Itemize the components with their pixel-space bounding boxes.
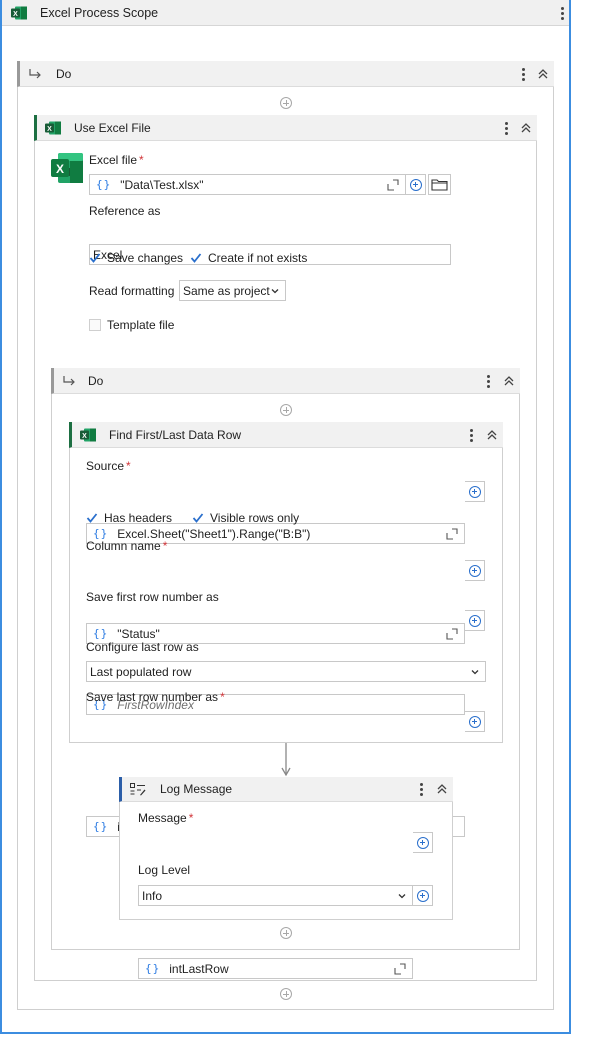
excel-icon: X — [11, 6, 27, 19]
arrow-down-right-icon — [29, 68, 41, 78]
excel-file-input[interactable]: {} "Data\Test.xlsx" — [89, 174, 406, 195]
connector-arrow-icon — [281, 743, 291, 777]
checkmark-icon — [89, 252, 101, 264]
source-add-variable-button[interactable] — [465, 481, 485, 502]
log-level-dropdown[interactable]: Info — [138, 885, 413, 906]
use-excel-collapse-icon[interactable] — [519, 120, 533, 136]
plus-circle-icon — [468, 715, 481, 728]
save-first-row-label: Save first row number as — [86, 590, 219, 604]
checkmark-icon — [192, 512, 204, 524]
plus-circle-icon — [468, 564, 481, 577]
expand-editor-icon[interactable] — [394, 963, 406, 975]
save-first-row-add-variable-button[interactable] — [465, 610, 485, 631]
use-excel-file-header[interactable]: X Use Excel File — [34, 115, 537, 141]
excel-icon: X — [80, 428, 96, 441]
expand-editor-icon[interactable] — [446, 628, 458, 640]
svg-text:X: X — [82, 432, 87, 439]
scope-title: Excel Process Scope — [40, 5, 159, 20]
create-if-not-exists-checkbox[interactable]: Create if not exists — [190, 251, 307, 265]
message-input[interactable]: {} intLastRow — [138, 958, 413, 979]
find-row-header[interactable]: X Find First/Last Data Row — [69, 422, 503, 448]
expand-editor-icon[interactable] — [387, 179, 399, 191]
save-changes-checkbox[interactable]: Save changes — [89, 251, 183, 265]
scope-more-options-icon[interactable] — [555, 5, 569, 21]
checkmark-icon — [190, 252, 202, 264]
log-level-add-variable-button[interactable] — [413, 885, 433, 906]
chevron-down-icon — [271, 289, 279, 294]
reference-as-label: Reference as — [89, 204, 161, 218]
excel-file-add-variable-button[interactable] — [406, 174, 426, 195]
message-add-variable-button[interactable] — [413, 832, 433, 853]
add-activity-inner-top-icon[interactable] — [280, 404, 292, 416]
inner-do-more-options-icon[interactable] — [481, 373, 495, 389]
column-name-add-variable-button[interactable] — [465, 560, 485, 581]
configure-last-row-dropdown[interactable]: Last populated row — [86, 661, 486, 682]
folder-icon — [431, 179, 448, 191]
column-name-label: Column name * — [86, 539, 168, 553]
source-label: Source * — [86, 459, 131, 473]
plus-circle-icon — [409, 178, 422, 191]
arrow-down-right-icon — [63, 375, 75, 385]
log-message-header[interactable]: Log Message — [119, 777, 453, 802]
read-formatting-label: Read formatting — [89, 284, 175, 298]
empty-checkbox-icon — [89, 319, 101, 331]
outer-do-label: Do — [56, 66, 72, 81]
browse-file-button[interactable] — [428, 174, 451, 195]
svg-text:X: X — [47, 125, 52, 132]
chevron-down-icon — [471, 670, 479, 675]
excel-logo-icon: X — [51, 153, 83, 183]
plus-circle-icon — [416, 889, 429, 902]
has-headers-checkbox[interactable]: Has headers — [86, 511, 172, 525]
inner-do-label: Do — [88, 373, 104, 388]
add-activity-inner-bottom-icon[interactable] — [280, 927, 292, 939]
add-activity-bottom-icon[interactable] — [280, 988, 292, 1000]
add-activity-top-icon[interactable] — [280, 97, 292, 109]
find-row-collapse-icon[interactable] — [485, 427, 499, 443]
excel-file-label: Excel file * — [89, 153, 144, 167]
svg-text:X: X — [13, 10, 18, 17]
message-label: Message * — [138, 811, 194, 825]
inner-do-collapse-icon[interactable] — [502, 373, 516, 389]
use-excel-file-title: Use Excel File — [74, 120, 151, 135]
outer-do-more-options-icon[interactable] — [516, 66, 530, 82]
expand-editor-icon[interactable] — [446, 528, 458, 540]
expression-brace-icon: {} — [145, 962, 161, 975]
find-row-title: Find First/Last Data Row — [109, 427, 242, 442]
expression-brace-icon: {} — [93, 820, 109, 833]
save-last-row-add-variable-button[interactable] — [465, 711, 485, 732]
svg-text:X: X — [56, 162, 64, 176]
checkmark-icon — [86, 512, 98, 524]
log-level-label: Log Level — [138, 863, 191, 877]
excel-icon: X — [45, 121, 61, 134]
expression-brace-icon: {} — [96, 178, 112, 191]
plus-circle-icon — [416, 836, 429, 849]
plus-circle-icon — [468, 614, 481, 627]
outer-do-header[interactable]: Do — [17, 61, 554, 87]
configure-last-row-label: Configure last row as — [86, 640, 199, 654]
scope-title-bar[interactable]: X Excel Process Scope — [2, 0, 569, 26]
template-file-checkbox[interactable]: Template file — [89, 318, 174, 332]
save-last-row-label: Save last row number as * — [86, 690, 225, 704]
log-message-icon — [130, 782, 146, 795]
find-row-more-options-icon[interactable] — [464, 427, 478, 443]
plus-circle-icon — [468, 485, 481, 498]
inner-do-header[interactable]: Do — [51, 368, 520, 394]
chevron-down-icon — [398, 894, 406, 899]
log-message-more-options-icon[interactable] — [414, 781, 428, 797]
log-message-title: Log Message — [160, 782, 233, 796]
log-message-collapse-icon[interactable] — [435, 781, 449, 797]
read-formatting-dropdown[interactable]: Same as project — [179, 280, 286, 301]
use-excel-more-options-icon[interactable] — [499, 120, 513, 136]
visible-rows-only-checkbox[interactable]: Visible rows only — [192, 511, 299, 525]
outer-do-collapse-icon[interactable] — [536, 66, 550, 82]
expression-brace-icon: {} — [93, 627, 109, 640]
